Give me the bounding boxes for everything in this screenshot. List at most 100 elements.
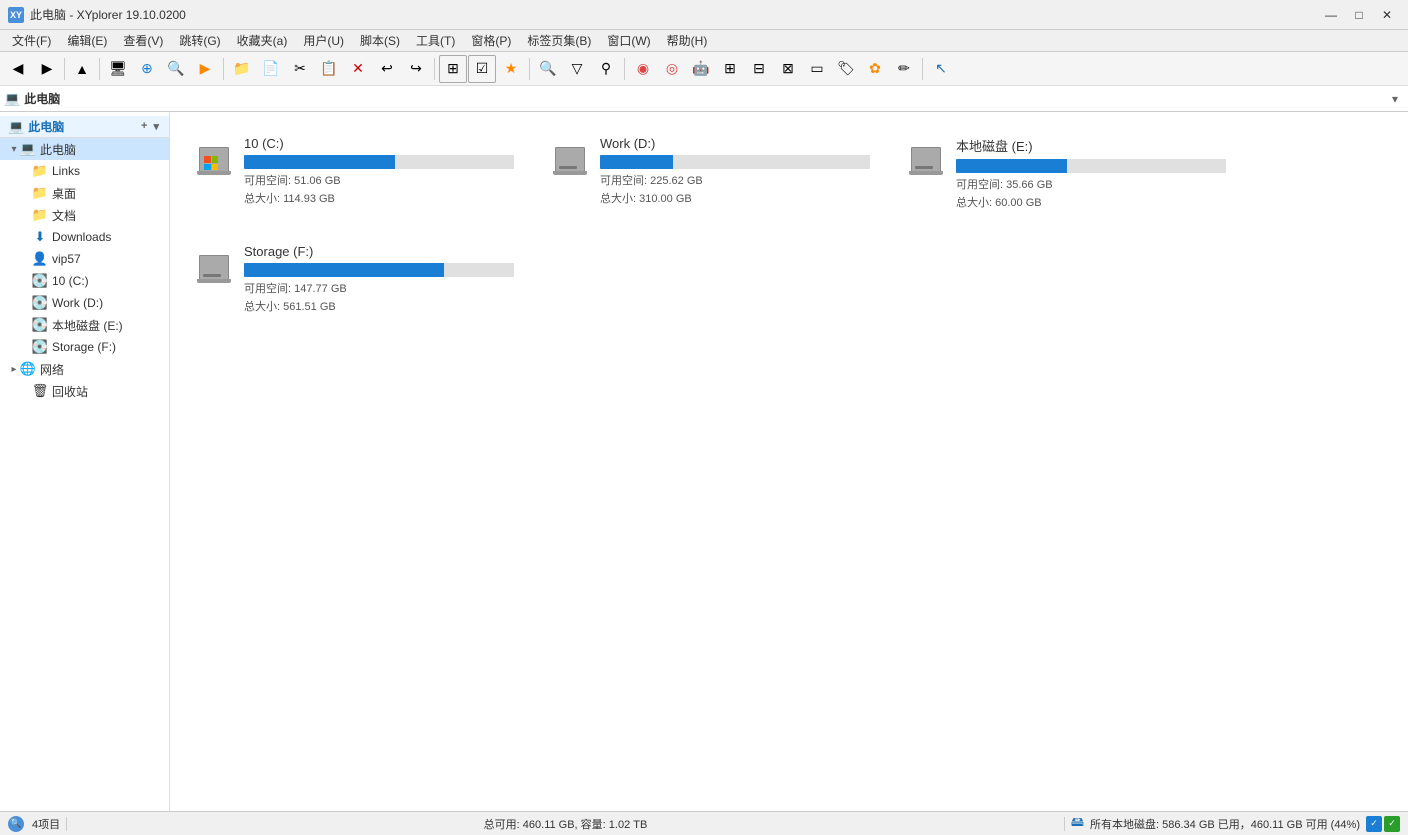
up-button[interactable]: ▲ xyxy=(68,55,96,83)
drive-total-e: 总大小: 60.00 GB xyxy=(956,195,1230,213)
target-button[interactable]: ◎ xyxy=(658,55,686,83)
tag-button[interactable]: 🏷 xyxy=(832,55,860,83)
minimize-button[interactable]: — xyxy=(1318,4,1344,26)
item-icon-downloads: ⬇ xyxy=(32,229,48,245)
sidebar-more-button[interactable]: ▾ xyxy=(151,120,161,133)
brush-button[interactable]: ✏ xyxy=(890,55,918,83)
drive-card-d[interactable]: Work (D:) 可用空间: 225.62 GB 总大小: 310.00 GB xyxy=(542,128,882,220)
drive-free-d: 可用空间: 225.62 GB xyxy=(600,173,874,191)
sidebar-label-drive-d: Work (D:) xyxy=(52,296,103,310)
menu-bar: 文件(F) 编辑(E) 查看(V) 跳转(G) 收藏夹(a) 用户(U) 脚本(… xyxy=(0,30,1408,52)
item-icon-recycle: 🗑 xyxy=(32,383,48,399)
drive-total-d: 总大小: 310.00 GB xyxy=(600,191,874,209)
status-ok-blue: ✓ xyxy=(1366,816,1382,832)
cut-button[interactable]: ✂ xyxy=(286,55,314,83)
menu-help[interactable]: 帮助(H) xyxy=(659,30,716,51)
sidebar-item-drive-f[interactable]: 💽 Storage (F:) xyxy=(0,336,169,358)
sidebar-label-desktop: 桌面 xyxy=(52,185,76,202)
new-folder-button[interactable]: 📁 xyxy=(228,55,256,83)
menu-user[interactable]: 用户(U) xyxy=(295,30,352,51)
menu-navigate[interactable]: 跳转(G) xyxy=(171,30,228,51)
menu-tabset[interactable]: 标签页集(B) xyxy=(519,30,599,51)
sep3 xyxy=(223,58,224,80)
sidebar-item-network[interactable]: ▸ 🌐 网络 xyxy=(0,358,169,380)
status-center: 总可用: 460.11 GB, 容量: 1.02 TB xyxy=(73,816,1058,832)
android-button[interactable]: 🤖 xyxy=(687,55,715,83)
filter2-button[interactable]: ⚲ xyxy=(592,55,620,83)
redo-button[interactable]: ↪ xyxy=(402,55,430,83)
search-button[interactable]: 🔍 xyxy=(162,55,190,83)
sidebar-item-drive-d[interactable]: 💽 Work (D:) xyxy=(0,292,169,314)
star-button[interactable]: ★ xyxy=(497,55,525,83)
windows-icon-c xyxy=(204,156,218,170)
forward-button[interactable]: ▶ xyxy=(33,55,61,83)
back-button[interactable]: ◀ xyxy=(4,55,32,83)
copy-button[interactable]: 📋 xyxy=(315,55,343,83)
title-bar-left: XY 此电脑 - XYplorer 19.10.0200 xyxy=(8,6,186,23)
sidebar-item-drive-e[interactable]: 💽 本地磁盘 (E:) xyxy=(0,314,169,336)
monitor-button[interactable]: 🖥 xyxy=(104,55,132,83)
maximize-button[interactable]: □ xyxy=(1346,4,1372,26)
table-button[interactable]: ⊟ xyxy=(745,55,773,83)
sidebar-item-this-pc[interactable]: ▾ 💻 此电脑 xyxy=(0,138,169,160)
filter-button[interactable]: ▽ xyxy=(563,55,591,83)
drive-info-c: 10 (C:) 可用空间: 51.06 GB 总大小: 114.93 GB xyxy=(244,136,518,208)
sync-button[interactable]: ⊞ xyxy=(439,55,467,83)
drive-card-f[interactable]: Storage (F:) 可用空间: 147.77 GB 总大小: 561.51… xyxy=(186,236,526,324)
sep2 xyxy=(99,58,100,80)
menu-favorites[interactable]: 收藏夹(a) xyxy=(229,30,296,51)
menu-pane[interactable]: 窗格(P) xyxy=(463,30,519,51)
pie-button[interactable]: ◉ xyxy=(629,55,657,83)
sidebar-item-recycle[interactable]: 🗑 回收站 xyxy=(0,380,169,402)
drive-bar-e xyxy=(956,159,1067,173)
sidebar-item-desktop[interactable]: 📁 桌面 xyxy=(0,182,169,204)
sidebar-label-documents: 文档 xyxy=(52,207,76,224)
drive-total-f: 总大小: 561.51 GB xyxy=(244,299,518,317)
grid-button[interactable]: ⊞ xyxy=(716,55,744,83)
search-group: 🔍 ▽ ⚲ xyxy=(534,55,620,83)
menu-file[interactable]: 文件(F) xyxy=(4,30,59,51)
drive-card-e[interactable]: 本地磁盘 (E:) 可用空间: 35.66 GB 总大小: 60.00 GB xyxy=(898,128,1238,220)
nav-group: ◀ ▶ ▲ xyxy=(4,55,102,83)
sidebar-item-documents[interactable]: 📁 文档 xyxy=(0,204,169,226)
item-icon-desktop: 📁 xyxy=(32,185,48,201)
play-button[interactable]: ▶ xyxy=(191,55,219,83)
undo-button[interactable]: ↩ xyxy=(373,55,401,83)
sidebar-label-drive-c: 10 (C:) xyxy=(52,274,89,288)
menu-edit[interactable]: 编辑(E) xyxy=(59,30,115,51)
cursor-button[interactable]: ↖ xyxy=(927,55,955,83)
address-text[interactable]: 此电脑 xyxy=(24,90,60,107)
sidebar-add-button[interactable]: + xyxy=(139,120,149,133)
sidebar-label-vip57: vip57 xyxy=(52,252,81,266)
address-content: 💻 此电脑 xyxy=(4,90,1386,107)
sidebar-label-network: 网络 xyxy=(40,361,64,378)
delete-button[interactable]: ✕ xyxy=(344,55,372,83)
drive-details-d: 可用空间: 225.62 GB 总大小: 310.00 GB xyxy=(600,173,874,208)
home-button[interactable]: ⊕ xyxy=(133,55,161,83)
sidebar-item-downloads[interactable]: ⬇ Downloads xyxy=(0,226,169,248)
color-button[interactable]: ✿ xyxy=(861,55,889,83)
drive-icon-d xyxy=(550,136,590,176)
menu-tools[interactable]: 工具(T) xyxy=(408,30,463,51)
status-item-count: 4项目 xyxy=(32,816,60,832)
search2-button[interactable]: 🔍 xyxy=(534,55,562,83)
columns-button[interactable]: ⊠ xyxy=(774,55,802,83)
sidebar-item-links[interactable]: 📁 Links xyxy=(0,160,169,182)
panel-button[interactable]: ▭ xyxy=(803,55,831,83)
drive-card-c[interactable]: 10 (C:) 可用空间: 51.06 GB 总大小: 114.93 GB xyxy=(186,128,526,220)
drive-total-c: 总大小: 114.93 GB xyxy=(244,191,518,209)
close-button[interactable]: ✕ xyxy=(1374,4,1400,26)
address-dropdown[interactable]: ▾ xyxy=(1386,90,1404,108)
menu-window[interactable]: 窗口(W) xyxy=(599,30,658,51)
sidebar: 💻 此电脑 + ▾ ▾ 💻 此电脑 📁 Links 📁 桌面 📁 文档 xyxy=(0,112,170,811)
toolbar: ◀ ▶ ▲ 🖥 ⊕ 🔍 ▶ 📁 📄 ✂ 📋 ✕ ↩ ↪ ⊞ ☑ ★ 🔍 ▽ ⚲ … xyxy=(0,52,1408,86)
new-file-button[interactable]: 📄 xyxy=(257,55,285,83)
app-icon: XY xyxy=(8,7,24,23)
menu-view[interactable]: 查看(V) xyxy=(115,30,171,51)
drive-icon-e xyxy=(906,136,946,176)
check-button[interactable]: ☑ xyxy=(468,55,496,83)
status-sep2 xyxy=(1064,817,1065,831)
menu-script[interactable]: 脚本(S) xyxy=(352,30,408,51)
sidebar-item-vip57[interactable]: 👤 vip57 xyxy=(0,248,169,270)
sidebar-item-drive-c[interactable]: 💽 10 (C:) xyxy=(0,270,169,292)
